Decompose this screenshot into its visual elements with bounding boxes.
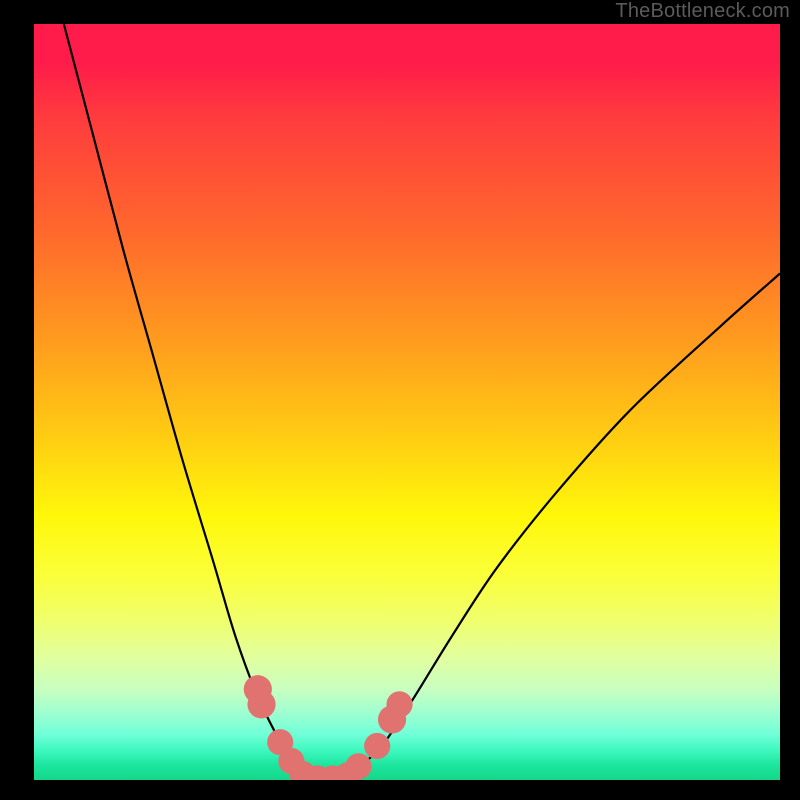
- watermark-text: TheBottleneck.com: [615, 0, 790, 23]
- chart-frame: TheBottleneck.com: [0, 0, 800, 800]
- plot-area: [34, 24, 780, 780]
- marker-point: [364, 733, 390, 759]
- bottleneck-curve: [64, 24, 780, 780]
- curve-layer: [34, 24, 780, 780]
- marker-point: [386, 691, 412, 717]
- marker-point: [247, 690, 275, 718]
- highlight-markers: [244, 675, 413, 780]
- marker-point: [345, 753, 371, 779]
